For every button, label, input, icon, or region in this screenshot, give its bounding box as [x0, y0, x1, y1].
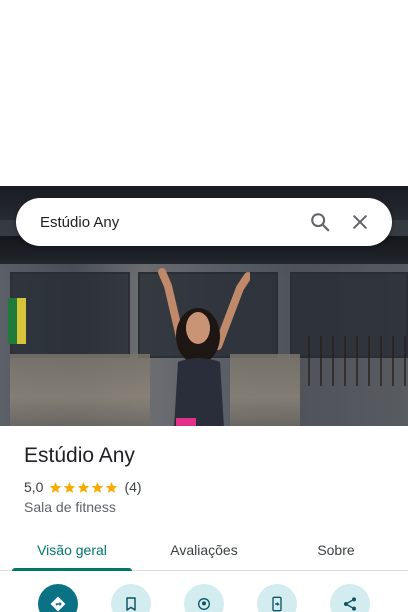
tab-label: Sobre	[317, 542, 355, 558]
nearby-button[interactable]	[184, 584, 224, 612]
bookmark-icon	[126, 597, 136, 611]
tab-about[interactable]: Sobre	[264, 530, 408, 570]
close-icon[interactable]	[340, 202, 380, 242]
send-to-phone-button[interactable]	[257, 584, 297, 612]
tab-bar: Visão geral Avaliações Sobre	[0, 530, 408, 571]
place-category: Sala de fitness	[24, 499, 116, 515]
reviews-count[interactable]: (4)	[124, 479, 141, 495]
place-name: Estúdio Any	[24, 444, 135, 467]
directions-button[interactable]	[38, 584, 78, 612]
search-icon[interactable]	[300, 202, 340, 242]
star-icon	[106, 481, 118, 493]
tab-active-indicator	[12, 568, 132, 571]
share-button[interactable]	[330, 584, 370, 612]
rating-row[interactable]: 5,0 (4)	[24, 479, 142, 495]
tab-overview[interactable]: Visão geral	[0, 530, 144, 571]
action-row	[0, 584, 408, 612]
place-sheet: Estúdio Any Estúdio Any 5,0 (4) Sala de …	[0, 0, 408, 612]
share-icon	[344, 597, 356, 611]
nearby-pin-icon	[198, 598, 210, 610]
star-icon	[78, 481, 90, 493]
search-bar[interactable]: Estúdio Any	[16, 198, 392, 246]
save-button[interactable]	[111, 584, 151, 612]
directions-icon	[50, 596, 66, 612]
star-icon	[64, 481, 76, 493]
tab-label: Avaliações	[170, 542, 238, 558]
star-icon	[50, 481, 62, 493]
send-to-phone-icon	[272, 596, 282, 612]
star-icon	[92, 481, 104, 493]
tab-label: Visão geral	[37, 542, 107, 558]
rating-value: 5,0	[24, 479, 44, 495]
tab-reviews[interactable]: Avaliações	[144, 530, 264, 570]
search-input[interactable]: Estúdio Any	[40, 214, 300, 231]
rating-stars	[49, 481, 118, 494]
